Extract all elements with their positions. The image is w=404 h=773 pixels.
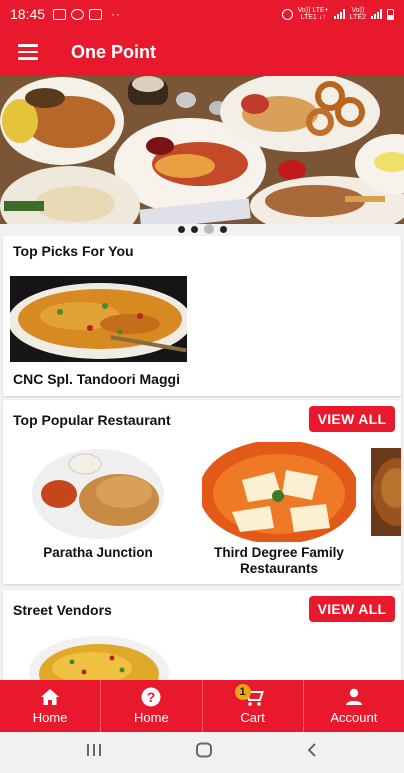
volte-icon xyxy=(53,8,67,20)
hamburger-icon[interactable] xyxy=(0,28,56,76)
nav-account[interactable]: Account xyxy=(304,680,404,732)
app-title: One Point xyxy=(71,41,156,62)
restaurant-name[interactable]: Paratha Junction xyxy=(19,545,177,561)
app-bar: One Point xyxy=(0,28,404,76)
carousel-dot[interactable] xyxy=(219,225,227,233)
nav-cart[interactable]: 1 Cart xyxy=(203,680,304,732)
vendor-image[interactable] xyxy=(22,632,176,682)
home-button-icon[interactable] xyxy=(195,742,213,763)
top-picks-title: Top Picks For You xyxy=(13,243,134,259)
status-bar: 18:45 ·· Vo)) LTE+ LTE1 ↓↑ Vo)) LTE2 xyxy=(0,0,404,28)
recent-apps-icon[interactable] xyxy=(86,743,102,762)
nav-help-label: Home xyxy=(134,710,169,725)
carousel-dot-active[interactable] xyxy=(203,224,214,234)
restaurant-image[interactable] xyxy=(29,442,167,542)
banner-carousel[interactable] xyxy=(0,76,404,224)
status-right: Vo)) LTE+ LTE1 ↓↑ Vo)) LTE2 xyxy=(281,7,394,21)
restaurant-name[interactable]: Third Degree Family Restaurants xyxy=(199,545,359,577)
carousel-dot[interactable] xyxy=(177,225,185,233)
nav-help[interactable]: ? Home xyxy=(101,680,203,732)
carrier1-sub: LTE1 ↓↑ xyxy=(300,14,326,21)
carrier1-label: Vo)) LTE+ xyxy=(297,7,329,14)
alarm-icon xyxy=(281,8,293,20)
home-icon xyxy=(40,687,60,707)
popular-restaurants-card: Top Popular Restaurant VIEW ALL Paratha … xyxy=(3,400,401,584)
restaurant-image[interactable] xyxy=(202,442,356,542)
account-icon xyxy=(344,687,364,707)
restaurant-image-partial[interactable] xyxy=(371,448,401,536)
popular-view-all-button[interactable]: VIEW ALL xyxy=(309,406,395,432)
dots-icon: ·· xyxy=(111,7,122,21)
carrier2-label: Vo)) xyxy=(351,7,365,14)
whatsapp-icon xyxy=(71,8,85,20)
pick-item-name[interactable]: CNC Spl. Tandoori Maggi xyxy=(13,371,180,387)
cart-badge: 1 xyxy=(234,684,251,700)
carrier2-sub: LTE2 xyxy=(349,14,366,21)
carousel-dot[interactable] xyxy=(190,225,198,233)
message-icon xyxy=(89,8,103,20)
battery-icon xyxy=(387,8,394,20)
carousel-dots[interactable] xyxy=(0,224,404,234)
signal1-icon xyxy=(333,9,345,19)
back-icon[interactable] xyxy=(306,742,318,763)
street-vendors-title: Street Vendors xyxy=(13,602,112,618)
signal2-icon xyxy=(371,9,382,19)
popular-title: Top Popular Restaurant xyxy=(13,412,171,428)
nav-cart-label: Cart xyxy=(240,710,265,725)
help-icon: ? xyxy=(141,687,161,707)
street-vendors-card: Street Vendors VIEW ALL xyxy=(3,590,401,682)
top-picks-card: Top Picks For You CNC Spl. Tandoori Magg… xyxy=(3,236,401,396)
svg-text:?: ? xyxy=(147,689,156,705)
bottom-navigation: Home ? Home 1 Cart Account xyxy=(0,680,404,732)
nav-home[interactable]: Home xyxy=(0,680,102,732)
system-navigation-bar xyxy=(0,732,404,773)
street-vendors-view-all-button[interactable]: VIEW ALL xyxy=(309,596,395,622)
status-time: 18:45 xyxy=(10,6,46,22)
banner-image xyxy=(0,76,404,224)
pick-item-image[interactable] xyxy=(10,276,187,362)
nav-account-label: Account xyxy=(330,710,378,725)
nav-home-label: Home xyxy=(32,710,68,725)
status-left-icons: ·· xyxy=(53,7,121,21)
